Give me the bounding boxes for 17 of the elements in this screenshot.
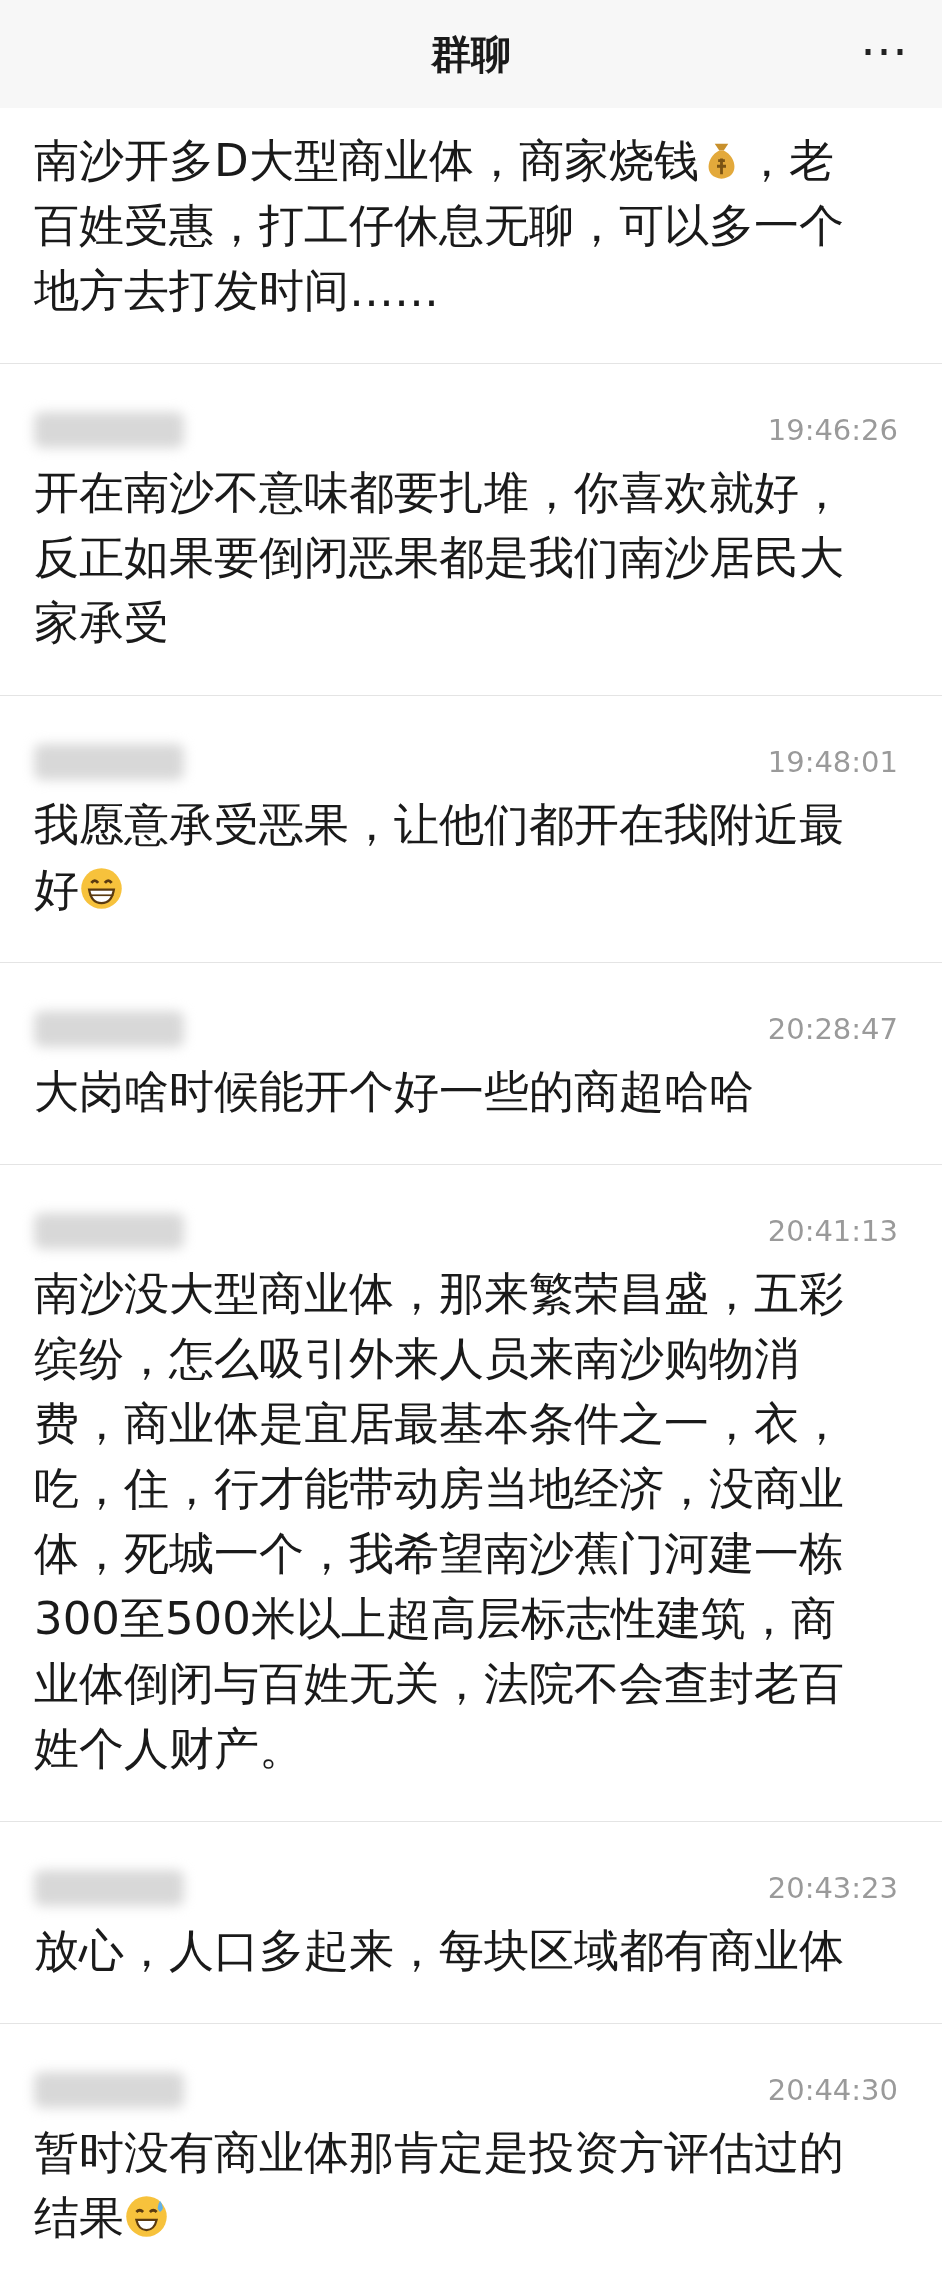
sweat-smile-icon [124,2194,169,2239]
more-button[interactable]: ⋯ [852,22,916,78]
message-text: 暂时没有商业体那肯定是投资方评估过的结果 [34,2125,845,2246]
message-text: 开在南沙不意味都要扎堆，你喜欢就好，反正如果要倒闭恶果都是我们南沙居民大家承受 [34,465,845,651]
message-time: 19:48:01 [767,745,898,779]
grin-emoji-icon [79,866,124,911]
message-time: 20:28:47 [767,1012,898,1046]
message-text: 南沙没大型商业体，那来繁荣昌盛，五彩缤纷，怎么吸引外来人员来南沙购物消费，商业体是宜居最基本条件之一，衣，吃，住，行才能带动房当地经济，没商业体，死城一个，我希望南沙蕉门河建一栋300至500米以上超高层标志性建筑，商业体倒闭与百姓无关，法院不会查封老百姓个人财产。 [34,1266,845,1777]
chat-title: 群聊 [431,29,511,79]
message-text: 大岗啥时候能开个好一些的商超哈哈 [34,1064,755,1120]
message-text: 南沙开多D大型商业体，商家烧钱 ，老百姓受惠，打工仔休息无聊，可以多一个地方去打发时间…… [34,133,845,319]
message-text: 我愿意承受恶果，让他们都开在我附近最好 [34,797,845,918]
message-time: 20:43:23 [767,1871,898,1905]
message-text: 放心，人口多起来，每块区域都有商业体 [34,1923,845,1979]
message-time: 19:46:26 [767,413,898,447]
message-time: 20:41:13 [767,1214,898,1248]
message-time: 20:44:30 [767,2073,898,2107]
